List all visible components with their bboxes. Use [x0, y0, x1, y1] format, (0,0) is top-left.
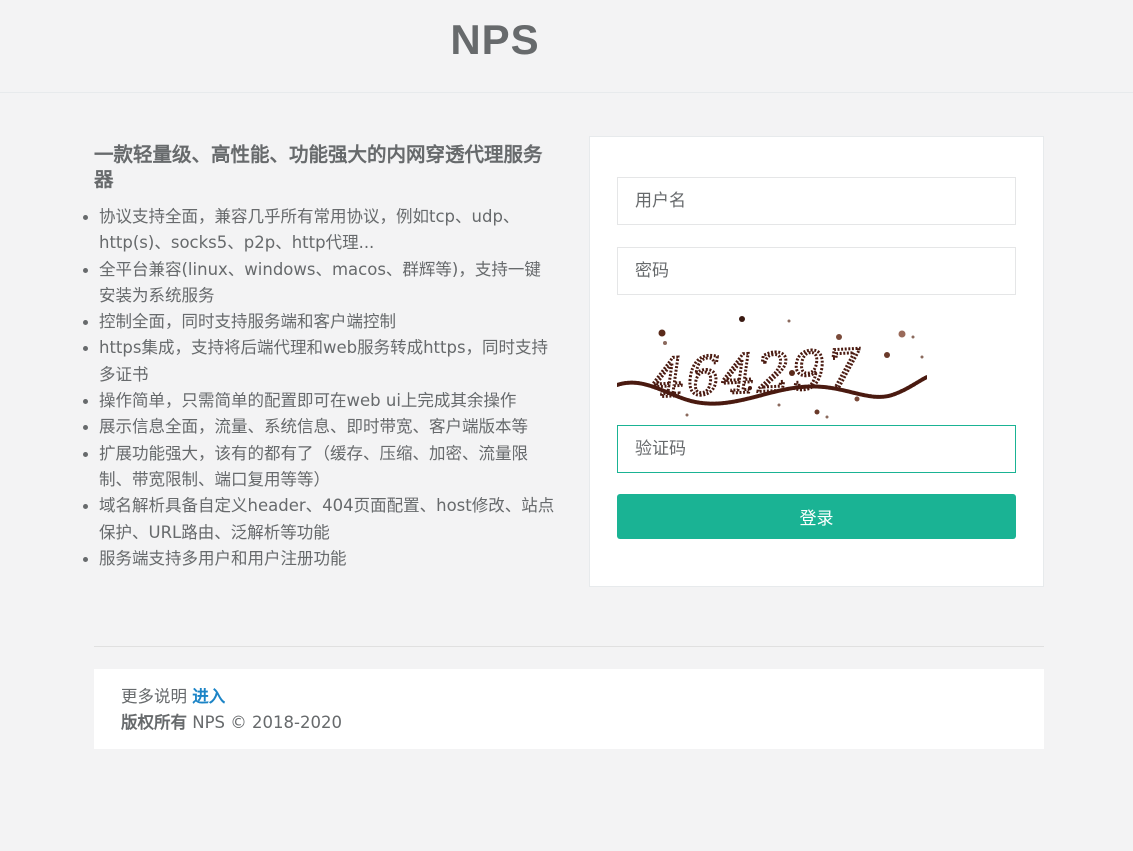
list-item: 域名解析具备自定义header、404页面配置、host修改、站点保护、URL路…	[83, 493, 556, 546]
feature-list: 协议支持全面，兼容几乎所有常用协议，例如tcp、udp、http(s)、sock…	[83, 204, 556, 572]
logo: NPS	[450, 16, 540, 63]
more-info-label: 更多说明	[121, 687, 187, 706]
login-button[interactable]: 登录	[617, 494, 1016, 539]
intro-section: 一款轻量级、高性能、功能强大的内网穿透代理服务器 协议支持全面，兼容几乎所有常用…	[83, 142, 556, 572]
list-item: 扩展功能强大，该有的都有了（缓存、压缩、加密、流量限制、带宽限制、端口复用等等）	[83, 441, 556, 494]
captcha-image[interactable]: 464297	[617, 315, 927, 421]
divider	[94, 646, 1044, 647]
list-item: 操作简单，只需简单的配置即可在web ui上完成其余操作	[83, 388, 556, 414]
more-info-line: 更多说明 进入	[121, 684, 1017, 710]
password-input[interactable]	[617, 247, 1016, 295]
captcha-text: 464297	[650, 339, 864, 410]
list-item: 协议支持全面，兼容几乎所有常用协议，例如tcp、udp、http(s)、sock…	[83, 204, 556, 257]
footer: 更多说明 进入 版权所有 NPS © 2018-2020	[94, 669, 1044, 749]
list-item: 控制全面，同时支持服务端和客户端控制	[83, 309, 556, 335]
list-item: https集成，支持将后端代理和web服务转成https，同时支持多证书	[83, 335, 556, 388]
captcha-input[interactable]	[617, 425, 1016, 473]
list-item: 全平台兼容(linux、windows、macos、群辉等)，支持一键安装为系统…	[83, 257, 556, 310]
top-bar: NPS	[0, 0, 1133, 93]
copyright-label: 版权所有	[121, 713, 187, 732]
list-item: 展示信息全面，流量、系统信息、即时带宽、客户端版本等	[83, 414, 556, 440]
list-item: 服务端支持多用户和用户注册功能	[83, 546, 556, 572]
intro-title: 一款轻量级、高性能、功能强大的内网穿透代理服务器	[94, 143, 543, 191]
login-form: 464297 登录	[589, 136, 1044, 587]
more-info-link[interactable]: 进入	[192, 687, 225, 706]
copyright-text: NPS © 2018-2020	[192, 713, 342, 732]
username-input[interactable]	[617, 177, 1016, 225]
copyright-line: 版权所有 NPS © 2018-2020	[121, 710, 1017, 736]
